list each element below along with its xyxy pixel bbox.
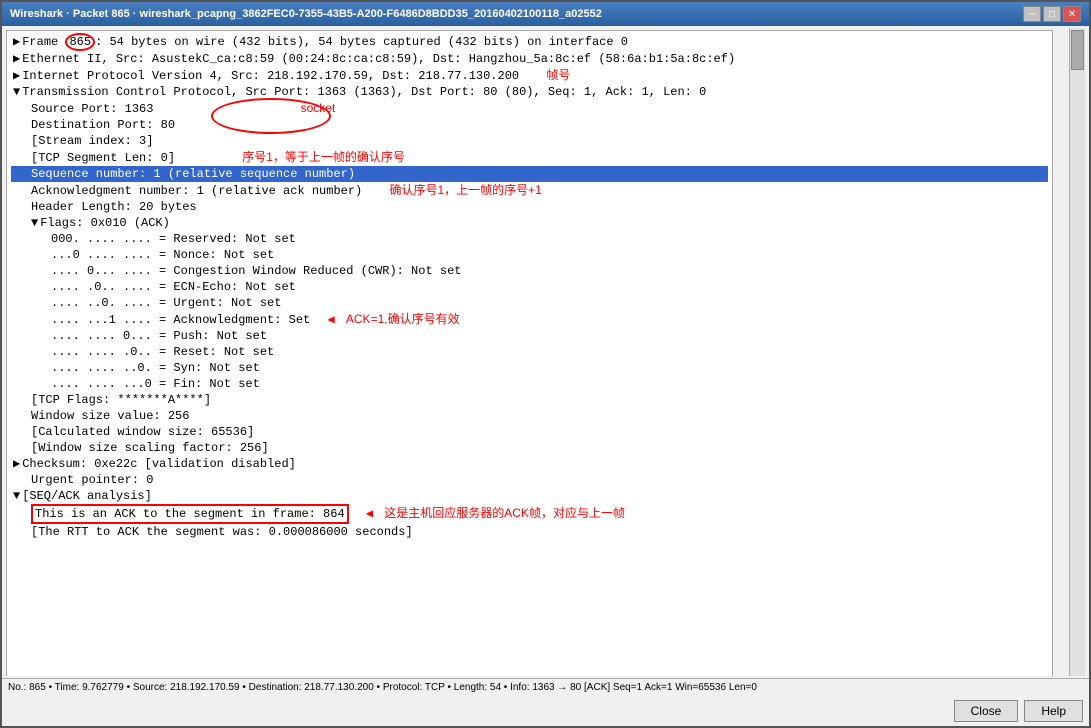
- ecn-text: .... .0.. .... = ECN-Echo: Not set: [51, 280, 296, 294]
- reset-text: .... .... .0.. = Reset: Not set: [51, 345, 274, 359]
- src-port-line[interactable]: Source Port: 1363 socket: [11, 100, 1048, 117]
- push-text: .... .... 0... = Push: Not set: [51, 329, 267, 343]
- fin-text: .... .... ...0 = Fin: Not set: [51, 377, 260, 391]
- title-bar-buttons: ─ □ ✕: [1023, 6, 1081, 22]
- frame-line[interactable]: ▶Frame 865: 54 bytes on wire (432 bits),…: [11, 33, 1048, 51]
- frame-text2: : 54 bytes on wire (432 bits), 54 bytes …: [95, 35, 628, 49]
- status-bar: No.: 865 • Time: 9.762779 • Source: 218.…: [2, 678, 1089, 696]
- close-window-button[interactable]: ✕: [1063, 6, 1081, 22]
- tcp-line[interactable]: ▼Transmission Control Protocol, Src Port…: [11, 84, 1048, 100]
- seg-len-line[interactable]: [TCP Segment Len: 0] 序号1，等于上一帧的确认序号: [11, 149, 1048, 166]
- scrollbar[interactable]: [1069, 28, 1085, 676]
- frame-number-circle: 865: [65, 33, 95, 51]
- ack-seg-line[interactable]: This is an ACK to the segment in frame: …: [11, 504, 1048, 524]
- urgent-ptr-text: Urgent pointer: 0: [31, 473, 153, 487]
- syn-line[interactable]: .... .... ..0. = Syn: Not set: [11, 360, 1048, 376]
- ecn-line[interactable]: .... .0.. .... = ECN-Echo: Not set: [11, 279, 1048, 295]
- ack-flag-line[interactable]: .... ...1 .... = Acknowledgment: Set ◀ A…: [11, 311, 1048, 328]
- flags-text: Flags: 0x010 (ACK): [40, 216, 170, 230]
- seq-ack-text: [SEQ/ACK analysis]: [22, 489, 152, 503]
- dst-port-text: Destination Port: 80: [31, 118, 175, 132]
- status-text: No.: 865 • Time: 9.762779 • Source: 218.…: [8, 682, 757, 693]
- flags-line[interactable]: ▼Flags: 0x010 (ACK): [11, 215, 1048, 231]
- seq-ack-collapse-icon[interactable]: ▼: [13, 489, 20, 503]
- reset-line[interactable]: .... .... .0.. = Reset: Not set: [11, 344, 1048, 360]
- arrow-left-ack-seg: ◀: [366, 507, 373, 521]
- ack-num-text: Acknowledgment number: 1 (relative ack n…: [31, 184, 362, 198]
- ethernet-collapse-icon[interactable]: ▶: [13, 52, 20, 66]
- minimize-button[interactable]: ─: [1023, 6, 1041, 22]
- packet-detail-wrapper: ▶Frame 865: 54 bytes on wire (432 bits),…: [4, 28, 1087, 676]
- main-content: ▶Frame 865: 54 bytes on wire (432 bits),…: [2, 26, 1089, 726]
- tcp-collapse-icon[interactable]: ▼: [13, 85, 20, 99]
- stream-text: [Stream index: 3]: [31, 134, 153, 148]
- bottom-bar: Close Help: [2, 696, 1089, 726]
- ack-flag-text: .... ...1 .... = Acknowledgment: Set: [51, 313, 310, 327]
- tcp-flags-text: [TCP Flags: *******A****]: [31, 393, 211, 407]
- window-text: Window size value: 256: [31, 409, 189, 423]
- syn-text: .... .... ..0. = Syn: Not set: [51, 361, 260, 375]
- seq-line[interactable]: Sequence number: 1 (relative sequence nu…: [11, 166, 1048, 182]
- arrow-left-ack: ◀: [327, 313, 334, 327]
- checksum-line[interactable]: ▶Checksum: 0xe22c [validation disabled]: [11, 456, 1048, 472]
- ethernet-text: Ethernet II, Src: AsustekC_ca:c8:59 (00:…: [22, 52, 735, 66]
- ack-flag-annotation: ACK=1,确认序号有效: [346, 312, 460, 326]
- seg-len-text: [TCP Segment Len: 0]: [31, 151, 175, 165]
- seq-ack-line[interactable]: ▼[SEQ/ACK analysis]: [11, 488, 1048, 504]
- nonce-line[interactable]: ...0 .... .... = Nonce: Not set: [11, 247, 1048, 263]
- urgent-ptr-line[interactable]: Urgent pointer: 0: [11, 472, 1048, 488]
- reserved-text: 000. .... .... = Reserved: Not set: [51, 232, 296, 246]
- packet-detail-panel[interactable]: ▶Frame 865: 54 bytes on wire (432 bits),…: [6, 30, 1053, 676]
- ack-frame-annotation: 这是主机回应服务器的ACK帧，对应与上一帧: [384, 506, 625, 520]
- seq-text: Sequence number: 1 (relative sequence nu…: [31, 167, 355, 181]
- ack-annotation-text: 确认序号1，上一帧的序号+1: [389, 183, 541, 197]
- rtt-text: [The RTT to ACK the segment was: 0.00008…: [31, 525, 413, 539]
- ip-collapse-icon[interactable]: ▶: [13, 69, 20, 83]
- frame-annotation: 帧号: [546, 68, 570, 82]
- ethernet-line[interactable]: ▶Ethernet II, Src: AsustekC_ca:c8:59 (00…: [11, 51, 1048, 67]
- flags-collapse-icon[interactable]: ▼: [31, 216, 38, 230]
- checksum-collapse-icon[interactable]: ▶: [13, 457, 20, 471]
- push-line[interactable]: .... .... 0... = Push: Not set: [11, 328, 1048, 344]
- nonce-text: ...0 .... .... = Nonce: Not set: [51, 248, 274, 262]
- tcp-text: Transmission Control Protocol, Src Port:…: [22, 85, 706, 99]
- frame-collapse-icon[interactable]: ▶: [13, 35, 20, 49]
- help-button[interactable]: Help: [1024, 700, 1083, 722]
- tcp-flags-line[interactable]: [TCP Flags: *******A****]: [11, 392, 1048, 408]
- scrollbar-thumb[interactable]: [1071, 30, 1084, 70]
- window-line[interactable]: Window size value: 256: [11, 408, 1048, 424]
- frame-text: Frame: [22, 35, 65, 49]
- title-bar: Wireshark · Packet 865 · wireshark_pcapn…: [2, 2, 1089, 26]
- cwr-line[interactable]: .... 0... .... = Congestion Window Reduc…: [11, 263, 1048, 279]
- reserved-line[interactable]: 000. .... .... = Reserved: Not set: [11, 231, 1048, 247]
- socket-annotation: socket: [301, 101, 336, 115]
- close-button[interactable]: Close: [954, 700, 1019, 722]
- stream-line[interactable]: [Stream index: 3]: [11, 133, 1048, 149]
- calc-window-text: [Calculated window size: 65536]: [31, 425, 254, 439]
- dst-port-line[interactable]: Destination Port: 80: [11, 117, 1048, 133]
- window-title: Wireshark · Packet 865 · wireshark_pcapn…: [10, 8, 602, 20]
- header-len-line[interactable]: Header Length: 20 bytes: [11, 199, 1048, 215]
- src-port-text: Source Port: 1363: [31, 102, 153, 116]
- urgent-flag-text: .... ..0. .... = Urgent: Not set: [51, 296, 281, 310]
- checksum-text: Checksum: 0xe22c [validation disabled]: [22, 457, 296, 471]
- window-scale-text: [Window size scaling factor: 256]: [31, 441, 269, 455]
- cwr-text: .... 0... .... = Congestion Window Reduc…: [51, 264, 461, 278]
- ip-text: Internet Protocol Version 4, Src: 218.19…: [22, 69, 519, 83]
- rtt-line[interactable]: [The RTT to ACK the segment was: 0.00008…: [11, 524, 1048, 540]
- seq-annotation-text: 序号1，等于上一帧的确认序号: [242, 150, 405, 164]
- ack-seg-outline: This is an ACK to the segment in frame: …: [31, 504, 349, 524]
- urgent-flag-line[interactable]: .... ..0. .... = Urgent: Not set: [11, 295, 1048, 311]
- main-window: Wireshark · Packet 865 · wireshark_pcapn…: [0, 0, 1091, 728]
- window-scale-line[interactable]: [Window size scaling factor: 256]: [11, 440, 1048, 456]
- header-len-text: Header Length: 20 bytes: [31, 200, 197, 214]
- fin-line[interactable]: .... .... ...0 = Fin: Not set: [11, 376, 1048, 392]
- calc-window-line[interactable]: [Calculated window size: 65536]: [11, 424, 1048, 440]
- ack-num-line[interactable]: Acknowledgment number: 1 (relative ack n…: [11, 182, 1048, 199]
- maximize-button[interactable]: □: [1043, 6, 1061, 22]
- ip-line[interactable]: ▶Internet Protocol Version 4, Src: 218.1…: [11, 67, 1048, 84]
